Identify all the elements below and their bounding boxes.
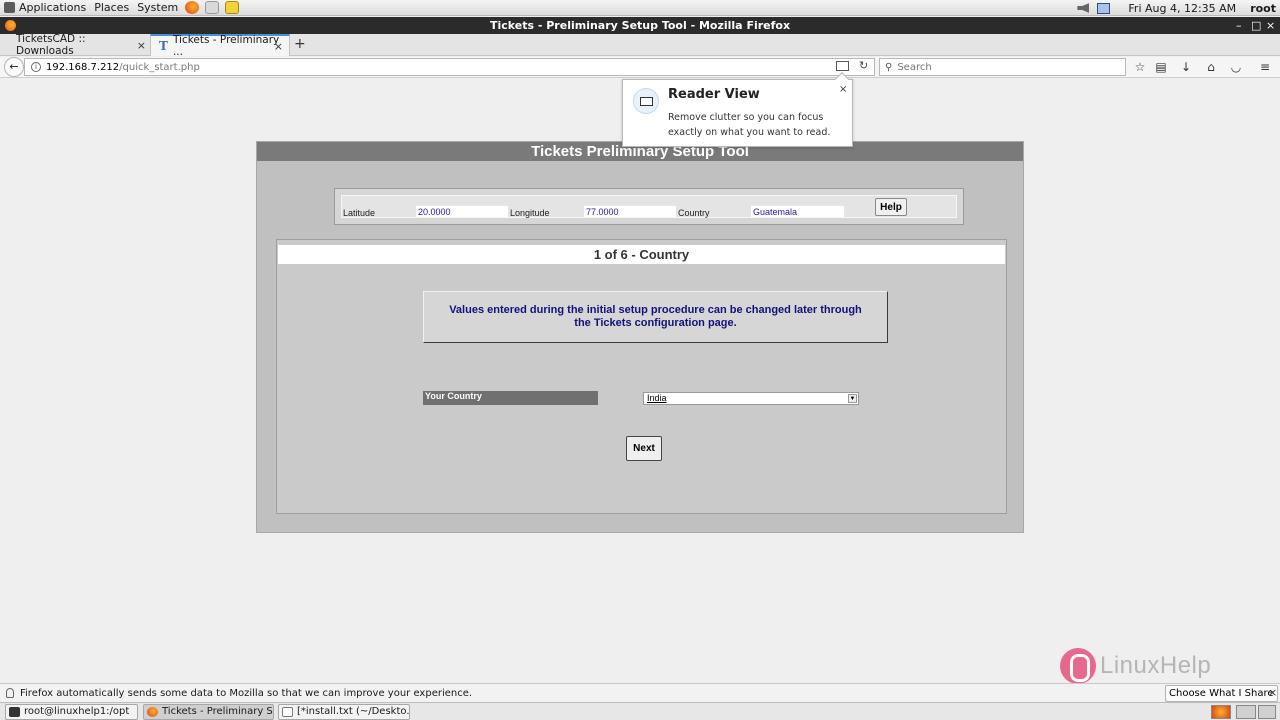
taskbar-item-label: [*install.txt (~/Deskto... bbox=[297, 706, 410, 717]
dropdown-arrow-icon[interactable]: ▼ bbox=[848, 394, 857, 403]
tickets-favicon-icon: T bbox=[159, 39, 168, 53]
top-panel: Applications Places System Fri Aug 4, 12… bbox=[0, 0, 1280, 16]
mail-launcher-icon[interactable] bbox=[205, 1, 220, 14]
pocket-icon[interactable]: ◡ bbox=[1228, 60, 1244, 74]
country-field[interactable] bbox=[751, 206, 844, 217]
search-input[interactable] bbox=[897, 61, 1098, 73]
url-bar[interactable]: i 192.168.7.212/quick_start.php bbox=[24, 58, 875, 76]
taskbar-item-text-editor[interactable]: [*install.txt (~/Deskto... bbox=[278, 704, 410, 720]
new-tab-icon[interactable]: + bbox=[294, 36, 306, 52]
system-menu[interactable]: System bbox=[133, 0, 182, 16]
reader-view-icon[interactable] bbox=[836, 61, 849, 71]
tab-label: TicketsCAD :: Downloads bbox=[16, 33, 86, 57]
country-label: Country bbox=[678, 208, 710, 218]
text-editor-icon bbox=[282, 707, 293, 717]
reader-view-description: Remove clutter so you can focus exactly … bbox=[668, 112, 831, 138]
lightbulb-icon bbox=[6, 688, 14, 698]
firefox-icon bbox=[147, 707, 158, 717]
close-tab-icon[interactable]: × bbox=[137, 39, 146, 52]
coordinates-inner: Latitude Longitude Country Help bbox=[341, 195, 957, 218]
notes-launcher-icon[interactable] bbox=[225, 1, 240, 14]
notification-text: Firefox automatically sends some data to… bbox=[20, 687, 473, 699]
taskbar-item-terminal[interactable]: root@linuxhelp1:/opt bbox=[5, 704, 138, 720]
downloads-icon[interactable]: ↓ bbox=[1178, 60, 1194, 74]
firefox-icon bbox=[5, 20, 16, 31]
gnome-foot-icon bbox=[4, 2, 15, 13]
info-message: Values entered during the initial setup … bbox=[423, 291, 888, 343]
country-select-value: India bbox=[647, 393, 667, 403]
reader-view-title: Reader View bbox=[668, 87, 760, 102]
taskbar-item-label: root@linuxhelp1:/opt bbox=[24, 706, 130, 717]
latitude-label: Latitude bbox=[343, 208, 376, 218]
system-menu-label: System bbox=[137, 1, 179, 14]
reload-icon[interactable]: ↻ bbox=[859, 59, 868, 72]
maximize-button[interactable]: □ bbox=[1251, 17, 1261, 34]
workspace-2-icon[interactable] bbox=[1236, 705, 1256, 719]
help-button[interactable]: Help bbox=[875, 198, 907, 216]
country-select[interactable]: India ▼ bbox=[643, 392, 859, 405]
watermark-text: LinuxHelp bbox=[1100, 652, 1212, 679]
tab-label: Tickets - Preliminary ... bbox=[172, 34, 280, 58]
tab-setup-tool[interactable]: T Tickets - Preliminary ... × bbox=[150, 34, 290, 58]
close-notification-icon[interactable]: × bbox=[1268, 686, 1277, 699]
search-icon: ⚲ bbox=[885, 61, 893, 73]
network-icon[interactable] bbox=[1097, 2, 1111, 14]
linuxhelp-logo-icon bbox=[1060, 648, 1096, 684]
close-tab-icon[interactable]: × bbox=[274, 40, 283, 53]
reader-view-illustration-icon bbox=[633, 88, 659, 114]
window-title: Tickets - Preliminary Setup Tool - Mozil… bbox=[489, 19, 791, 32]
volume-icon[interactable] bbox=[1077, 3, 1090, 13]
coordinates-panel: Latitude Longitude Country Help bbox=[334, 188, 964, 225]
hamburger-menu-icon[interactable]: ≡ bbox=[1257, 60, 1273, 74]
notification-bar: Firefox automatically sends some data to… bbox=[0, 683, 1280, 702]
url-path: /quick_start.php bbox=[119, 61, 200, 73]
linuxhelp-watermark: LinuxHelp bbox=[1060, 648, 1230, 684]
reader-view-popup: Reader View Remove clutter so you can fo… bbox=[622, 71, 853, 147]
step-header: 1 of 6 - Country bbox=[278, 245, 1005, 264]
terminal-icon bbox=[9, 707, 20, 717]
minimize-button[interactable]: – bbox=[1236, 17, 1242, 34]
workspace-3-icon[interactable] bbox=[1258, 705, 1276, 719]
firefox-launcher-icon[interactable] bbox=[185, 1, 200, 14]
taskbar: root@linuxhelp1:/opt Tickets - Prelimina… bbox=[0, 702, 1280, 720]
home-icon[interactable]: ⌂ bbox=[1203, 60, 1219, 74]
step-panel: 1 of 6 - Country Values entered during t… bbox=[276, 239, 1007, 514]
close-popup-icon[interactable]: × bbox=[839, 84, 847, 95]
close-window-button[interactable]: × bbox=[1266, 17, 1275, 34]
search-bar[interactable]: ⚲ bbox=[879, 58, 1126, 76]
site-info-icon[interactable]: i bbox=[31, 62, 41, 72]
choose-what-i-share-button[interactable]: Choose What I Share bbox=[1165, 685, 1278, 702]
places-menu-label: Places bbox=[94, 1, 130, 14]
taskbar-item-label: Tickets - Preliminary S... bbox=[162, 706, 274, 717]
navigation-bar: ← i 192.168.7.212/quick_start.php ↻ ⚲ ☆ … bbox=[0, 57, 1280, 78]
longitude-label: Longitude bbox=[510, 208, 550, 218]
tab-downloads[interactable]: TicketsCAD :: Downloads × bbox=[8, 33, 152, 57]
your-country-label: Your Country bbox=[423, 391, 598, 405]
workspace-switcher-icon[interactable] bbox=[1211, 705, 1231, 719]
applications-menu-label: Applications bbox=[19, 1, 87, 14]
longitude-field[interactable] bbox=[584, 206, 676, 217]
bookmark-star-icon[interactable]: ☆ bbox=[1132, 60, 1148, 74]
taskbar-item-firefox[interactable]: Tickets - Preliminary S... bbox=[143, 704, 274, 720]
latitude-field[interactable] bbox=[416, 206, 508, 217]
places-menu[interactable]: Places bbox=[90, 0, 133, 16]
url-host: 192.168.7.212 bbox=[46, 61, 120, 73]
next-button[interactable]: Next bbox=[626, 436, 662, 461]
bookmarks-list-icon[interactable]: ▤ bbox=[1153, 60, 1169, 74]
setup-tool-container: Tickets Preliminary Setup Tool Latitude … bbox=[256, 141, 1024, 533]
clock[interactable]: Fri Aug 4, 12:35 AM bbox=[1128, 2, 1236, 15]
tab-strip: TicketsCAD :: Downloads × T Tickets - Pr… bbox=[0, 33, 1280, 58]
applications-menu[interactable]: Applications bbox=[0, 0, 90, 16]
window-title-bar: Tickets - Preliminary Setup Tool - Mozil… bbox=[0, 17, 1280, 34]
back-button[interactable]: ← bbox=[4, 57, 24, 77]
user-menu[interactable]: root bbox=[1250, 2, 1276, 15]
